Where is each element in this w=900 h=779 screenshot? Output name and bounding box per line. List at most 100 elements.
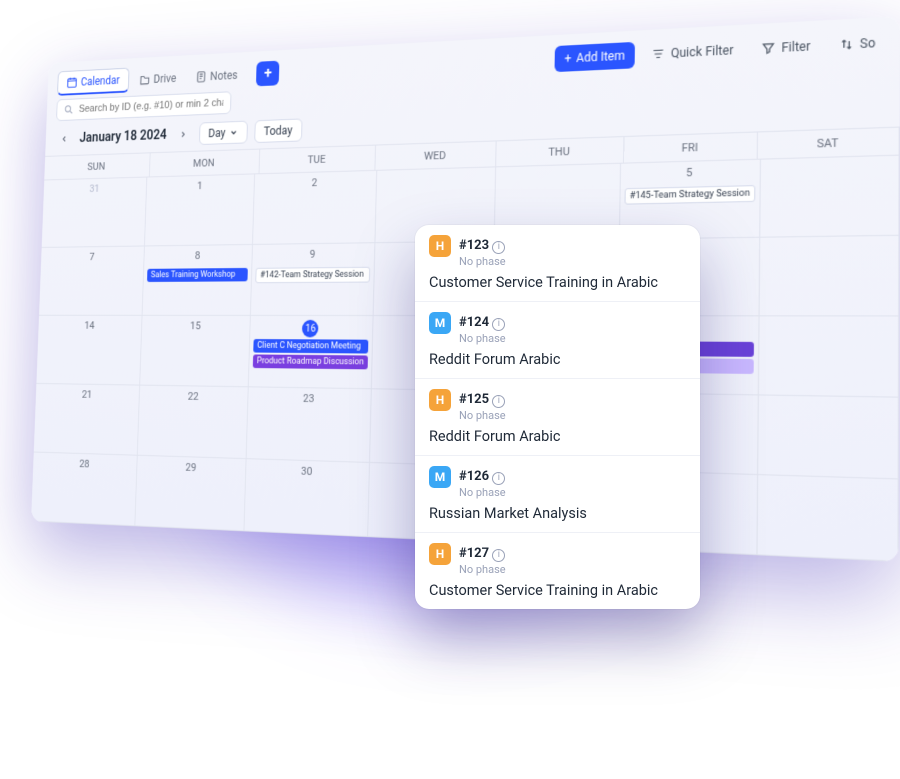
event-chip[interactable]: #145-Team Strategy Session	[624, 185, 755, 205]
sort-button[interactable]: So	[828, 28, 887, 59]
info-icon: i	[492, 395, 505, 408]
search-input[interactable]	[79, 97, 224, 115]
view-selector[interactable]: Day	[199, 121, 248, 145]
day-number: 8	[195, 249, 201, 261]
calendar-cell[interactable]	[757, 475, 898, 562]
item-id: #126	[459, 469, 489, 484]
tab-notes-label: Notes	[210, 68, 238, 82]
calendar-cell[interactable]	[758, 395, 899, 479]
event-chip[interactable]: Product Roadmap Discussion	[253, 354, 368, 369]
calendar-cell[interactable]: 9 #142-Team Strategy Session	[251, 243, 375, 316]
calendar-cell[interactable]: 21	[34, 384, 140, 456]
funnel-icon	[761, 40, 776, 55]
today-button[interactable]: Today	[254, 118, 303, 143]
day-number: 1	[197, 180, 203, 192]
chevron-down-icon	[229, 128, 238, 138]
item-phase: No phase	[459, 486, 686, 499]
sort-icon	[839, 36, 855, 52]
calendar-cell[interactable]: 15	[140, 316, 251, 388]
item-id: #127	[459, 546, 489, 561]
popup-item[interactable]: M #124 iNo phase Reddit Forum Arabic	[415, 302, 700, 379]
quick-filter-label: Quick Filter	[671, 42, 734, 60]
item-title: Reddit Forum Arabic	[429, 351, 686, 368]
calendar-cell[interactable]: 30	[245, 459, 370, 537]
item-title: Customer Service Training in Arabic	[429, 274, 686, 291]
current-date-label: January 18 2024	[79, 128, 167, 146]
priority-badge: M	[429, 312, 451, 334]
next-button[interactable]	[173, 124, 192, 145]
item-phase: No phase	[459, 255, 686, 268]
popup-item[interactable]: H#125 iNo phaseReddit Forum Arabic	[415, 379, 700, 456]
day-number: 7	[89, 251, 95, 263]
calendar-cell[interactable]: 2	[253, 171, 377, 245]
calendar-cell[interactable]	[759, 316, 899, 397]
day-number: 31	[89, 183, 100, 195]
item-phase: No phase	[459, 332, 686, 345]
tab-calendar[interactable]: Calendar	[57, 68, 129, 96]
day-number: 5	[686, 166, 693, 180]
calendar-cell[interactable]: 14	[36, 316, 142, 386]
plus-icon: +	[564, 51, 571, 65]
item-title: Russian Market Analysis	[429, 505, 686, 522]
day-number: 29	[185, 461, 196, 474]
tab-calendar-label: Calendar	[81, 74, 120, 89]
calendar-cell[interactable]: 28	[31, 452, 138, 526]
add-tab-button[interactable]: +	[256, 60, 280, 86]
weekday-header: SAT	[758, 128, 900, 160]
weekday-header: TUE	[260, 146, 376, 175]
calendar-cell[interactable]: 23	[247, 387, 372, 463]
filter-button[interactable]: Filter	[750, 31, 821, 62]
tab-drive-label: Drive	[153, 71, 176, 85]
event-chip[interactable]: Sales Training Workshop	[147, 268, 248, 282]
weekday-header: THU	[496, 137, 624, 167]
item-id: #123	[459, 238, 489, 253]
item-title: Customer Service Training in Arabic	[429, 582, 686, 599]
info-icon: i	[492, 241, 505, 254]
day-number: 21	[82, 388, 93, 400]
notes-icon	[195, 70, 207, 84]
items-popup: H#123 iNo phaseCustomer Service Training…	[415, 225, 700, 609]
calendar-cell[interactable]: 7	[39, 246, 145, 315]
info-icon: i	[492, 318, 505, 331]
day-number: 9	[310, 248, 316, 261]
priority-badge: H	[429, 543, 451, 565]
weekday-header: FRI	[624, 132, 759, 163]
filter-label: Filter	[781, 38, 810, 54]
calendar-cell[interactable]: 31	[42, 177, 148, 247]
calendar-cell[interactable]	[759, 236, 899, 317]
weekday-header: WED	[375, 141, 497, 170]
prev-button[interactable]	[55, 129, 73, 150]
priority-badge: H	[429, 235, 451, 257]
add-item-button[interactable]: + Add Item	[555, 41, 636, 71]
calendar-cell[interactable]: 8 Sales Training Workshop	[143, 245, 254, 316]
weekday-header: SUN	[44, 153, 150, 180]
sliders-icon	[651, 46, 666, 61]
search-icon	[64, 103, 75, 116]
popup-item[interactable]: M#126 iNo phaseRussian Market Analysis	[415, 456, 700, 533]
calendar-cell[interactable]: 16Client C Negotiation MeetingProduct Ro…	[249, 316, 373, 389]
calendar-icon	[66, 76, 78, 89]
quick-filter-button[interactable]: Quick Filter	[641, 36, 744, 68]
view-label: Day	[208, 126, 226, 140]
info-icon: i	[492, 549, 505, 562]
day-number: 14	[84, 319, 95, 331]
popup-item[interactable]: H#127 iNo phaseCustomer Service Training…	[415, 533, 700, 609]
calendar-cell[interactable]	[760, 156, 900, 238]
item-id: #125	[459, 392, 489, 407]
sort-label: So	[860, 35, 876, 51]
item-phase: No phase	[459, 409, 686, 422]
calendar-cell[interactable]: 22	[138, 386, 249, 460]
today-label: Today	[264, 124, 293, 138]
tab-drive[interactable]: Drive	[130, 65, 185, 93]
tab-notes[interactable]: Notes	[186, 61, 247, 89]
event-chip[interactable]: Client C Negotiation Meeting	[253, 339, 368, 354]
calendar-cell[interactable]: 29	[135, 456, 246, 532]
popup-item[interactable]: H #123 iNo phase Customer Service Training…	[415, 225, 700, 302]
day-number: 15	[190, 320, 201, 332]
event-chip[interactable]: #142-Team Strategy Session	[256, 267, 370, 283]
add-item-label: Add Item	[576, 48, 625, 65]
item-id: #124	[459, 315, 489, 330]
calendar-cell[interactable]: 1	[145, 174, 255, 246]
day-number: 16	[302, 320, 319, 338]
priority-badge: H	[429, 389, 451, 411]
